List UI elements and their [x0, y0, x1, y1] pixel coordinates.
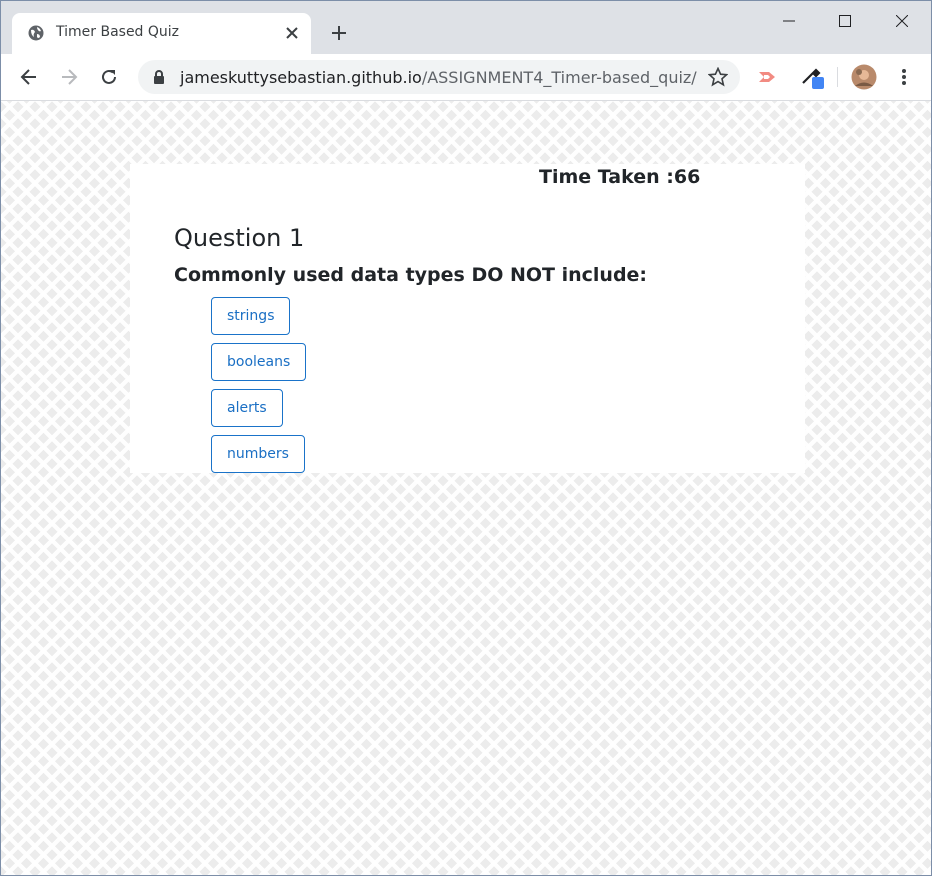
back-arrow-icon[interactable] — [16, 64, 42, 90]
browser-window: Timer Based Quiz jameskuttysebastian.git… — [0, 0, 932, 876]
close-tab-icon[interactable] — [282, 23, 302, 43]
close-window-icon[interactable] — [890, 9, 914, 33]
tab-active[interactable]: Timer Based Quiz — [12, 13, 311, 54]
url-host: jameskuttysebastian.github.io — [180, 68, 422, 87]
reload-icon[interactable] — [96, 64, 122, 90]
globe-icon — [28, 25, 44, 41]
answer-list: strings booleans alerts numbers — [211, 297, 307, 481]
answer-button-strings[interactable]: strings — [211, 297, 291, 335]
answer-button-alerts[interactable]: alerts — [211, 389, 283, 427]
profile-avatar-icon[interactable] — [851, 64, 877, 90]
extension-icon[interactable] — [755, 64, 781, 90]
url-text[interactable]: jameskuttysebastian.github.io/ASSIGNMENT… — [180, 68, 697, 87]
forward-arrow-icon[interactable] — [56, 64, 82, 90]
answer-button-numbers[interactable]: numbers — [211, 435, 305, 473]
tab-strip: Timer Based Quiz — [1, 1, 931, 54]
tab-title: Timer Based Quiz — [56, 24, 180, 40]
address-bar[interactable]: jameskuttysebastian.github.io/ASSIGNMENT… — [138, 60, 740, 94]
page-background: Time Taken :66 Question 1 Commonly used … — [1, 101, 931, 875]
new-tab-icon[interactable] — [327, 21, 351, 45]
eyedropper-extension-icon[interactable] — [799, 64, 825, 90]
minimize-icon[interactable] — [777, 9, 801, 33]
question-text: Commonly used data types DO NOT include: — [174, 264, 648, 286]
toolbar-divider — [837, 67, 838, 87]
menu-kebab-icon[interactable] — [891, 64, 917, 90]
timer-label: Time Taken :66 — [539, 166, 701, 188]
question-title: Question 1 — [174, 224, 305, 252]
bookmark-star-icon[interactable] — [706, 65, 730, 89]
browser-toolbar: jameskuttysebastian.github.io/ASSIGNMENT… — [1, 54, 931, 101]
quiz-card: Time Taken :66 Question 1 Commonly used … — [130, 164, 805, 473]
answer-button-booleans[interactable]: booleans — [211, 343, 307, 381]
url-path: /ASSIGNMENT4_Timer-based_quiz/ — [421, 68, 697, 87]
lock-icon[interactable] — [152, 69, 166, 85]
maximize-icon[interactable] — [833, 9, 857, 33]
